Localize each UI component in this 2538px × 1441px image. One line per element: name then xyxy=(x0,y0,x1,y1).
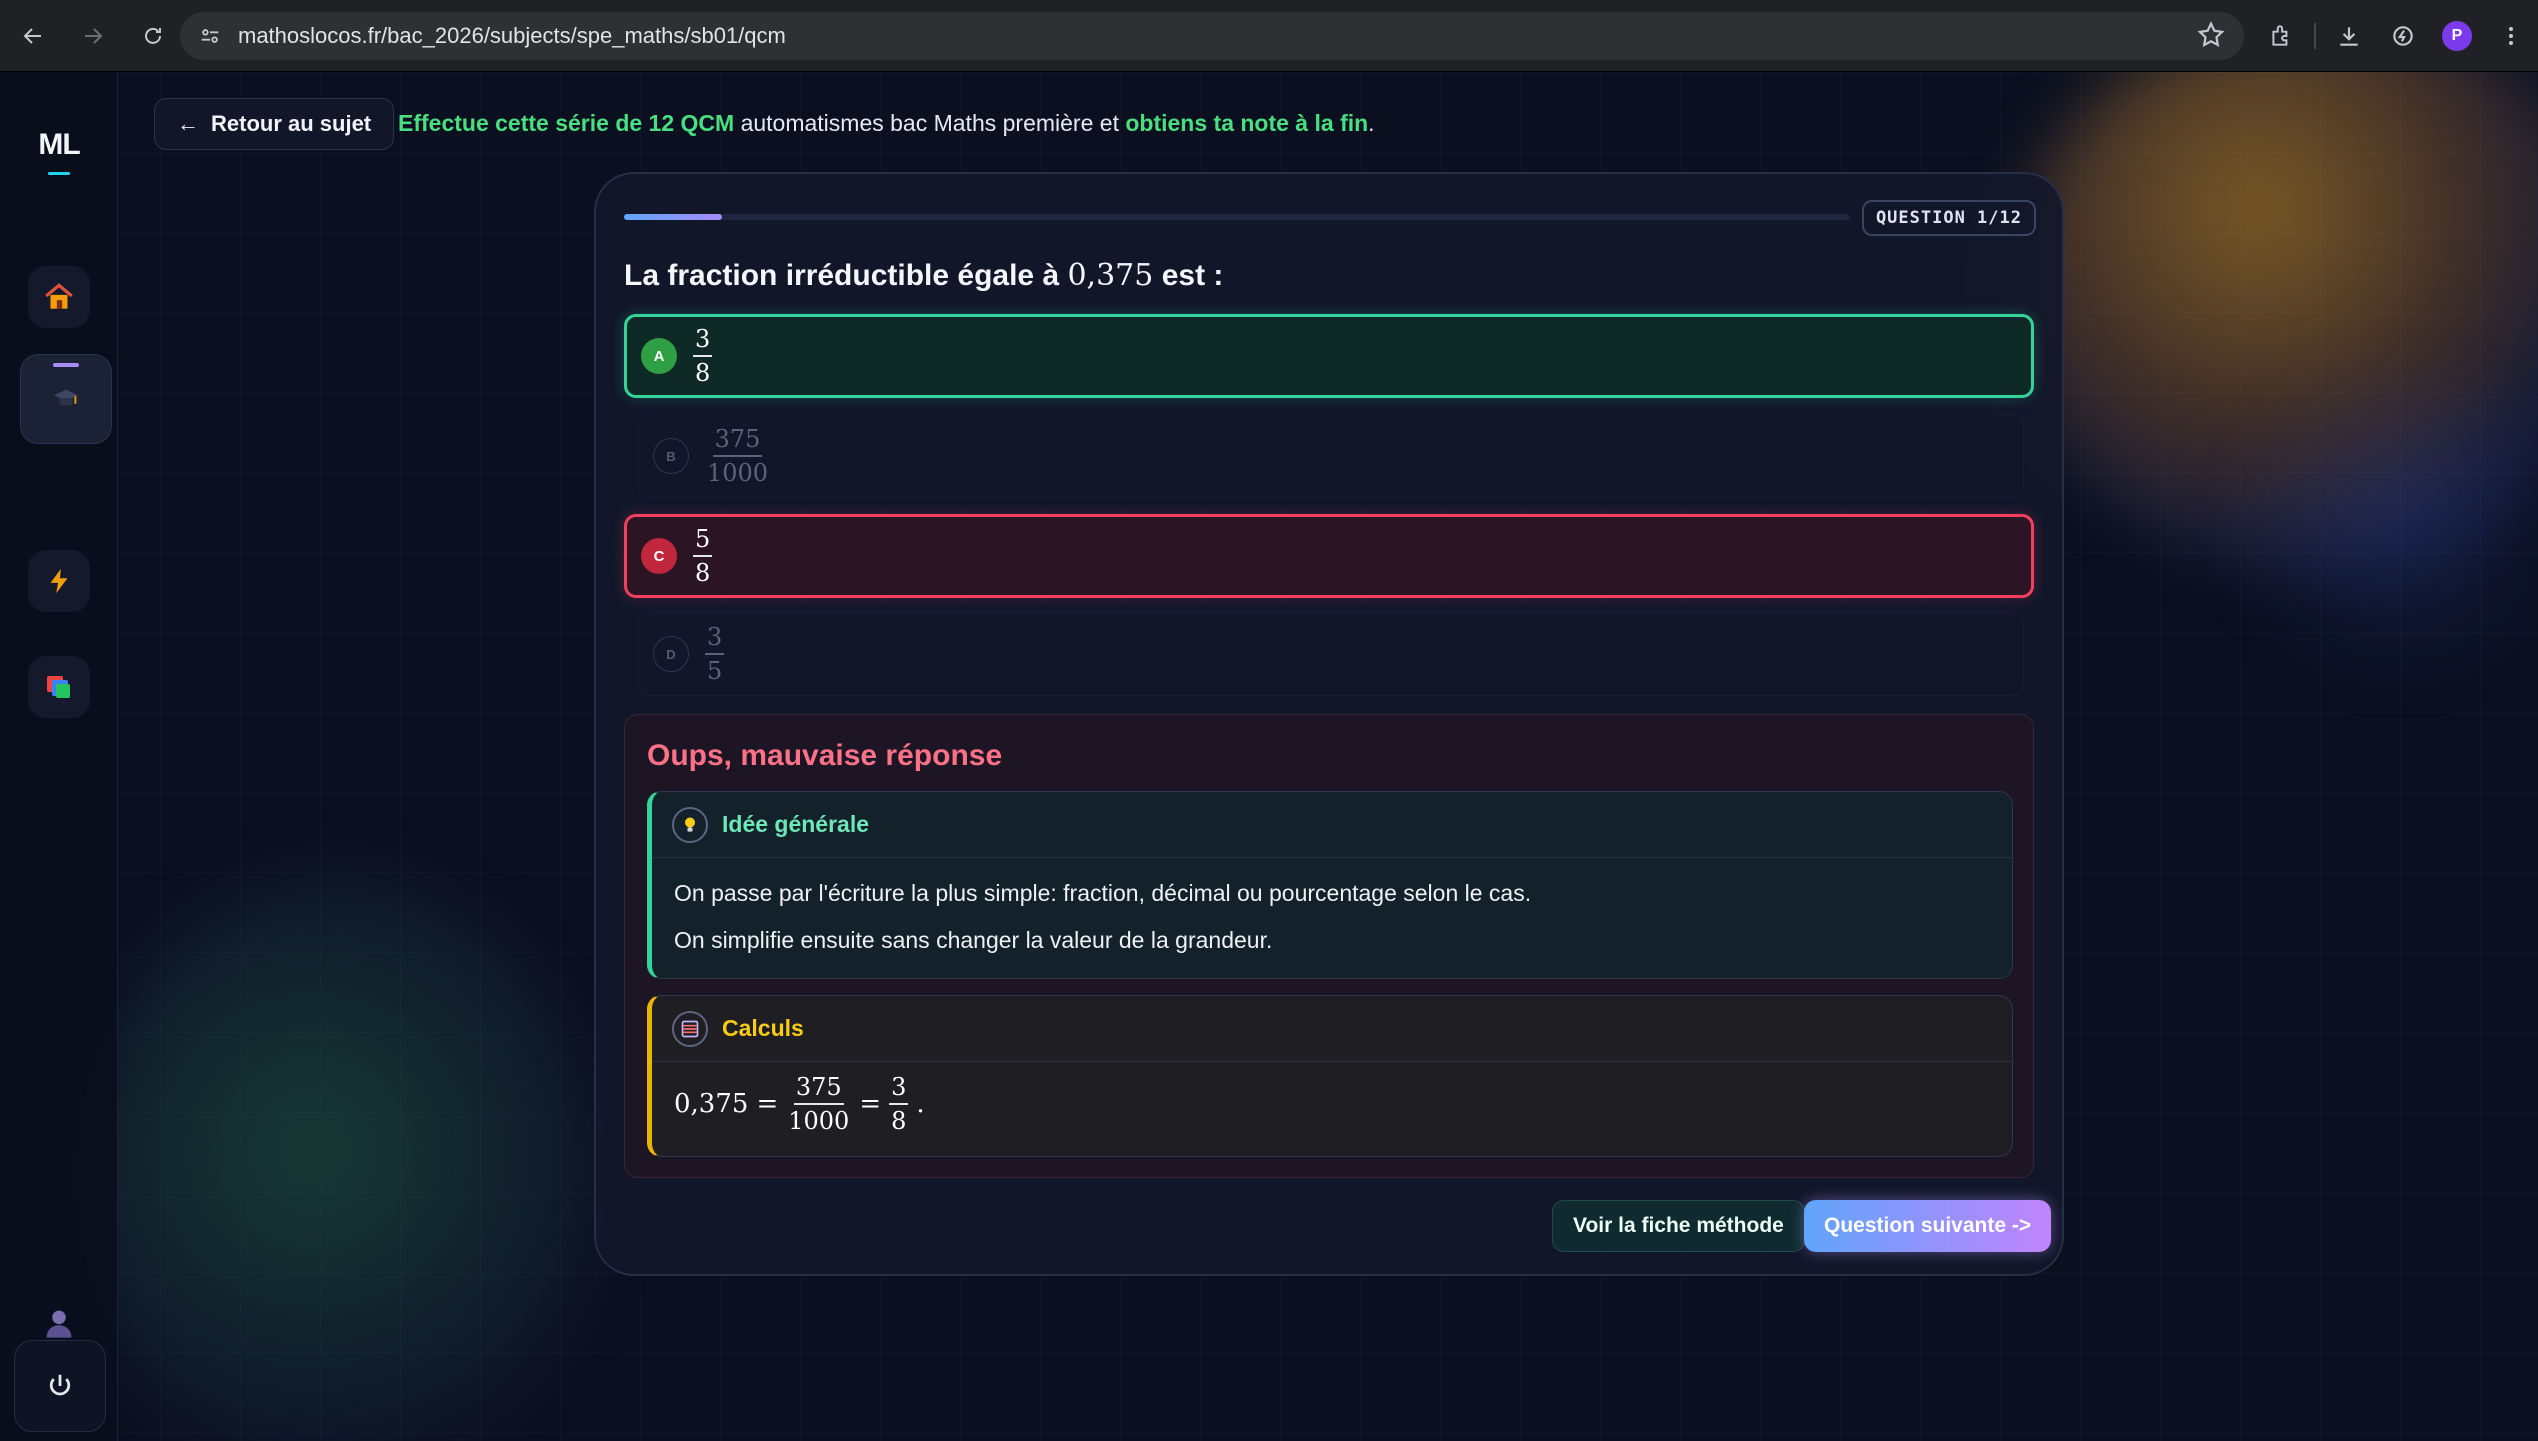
next-question-button[interactable]: Question suivante -> xyxy=(1804,1200,2052,1252)
calc-equals: = xyxy=(859,1089,882,1120)
fraction-numerator: 3 xyxy=(705,623,725,655)
logo-underline xyxy=(48,172,70,175)
reload-icon[interactable] xyxy=(126,9,180,63)
question-math: 0,375 xyxy=(1067,258,1154,293)
progress-fill xyxy=(624,214,723,220)
fraction-numerator: 5 xyxy=(693,525,713,557)
browser-toolbar: mathoslocos.fr/bac_2026/subjects/spe_mat… xyxy=(0,0,2538,72)
toolbar-separator xyxy=(2314,23,2316,49)
site-info-icon[interactable] xyxy=(186,12,234,60)
extensions-icon[interactable] xyxy=(2254,12,2308,60)
download-icon[interactable] xyxy=(2322,12,2376,60)
profile-avatar[interactable]: P xyxy=(2430,12,2484,60)
intro-highlight-1: Effectue cette série de 12 QCM xyxy=(398,110,735,136)
address-bar[interactable]: mathoslocos.fr/bac_2026/subjects/spe_mat… xyxy=(180,12,2244,60)
general-idea-header: Idée générale xyxy=(652,792,2012,858)
user-icon xyxy=(46,1310,72,1338)
progress-bar xyxy=(624,214,1850,220)
active-indicator xyxy=(53,363,79,367)
menu-kebab-icon[interactable] xyxy=(2484,12,2538,60)
idea-text-line-2: On simplifie ensuite sans changer la val… xyxy=(674,927,1273,953)
house-icon xyxy=(45,283,73,309)
fraction-numerator: 375 xyxy=(793,1074,844,1106)
back-arrow-icon[interactable] xyxy=(6,9,60,63)
app-logo[interactable]: ML xyxy=(0,128,118,162)
calc-fraction-1: 375 1000 xyxy=(786,1074,851,1135)
fraction-denominator: 8 xyxy=(695,359,711,387)
calc-lhs: 0,375 xyxy=(674,1089,749,1120)
bookmark-star-icon[interactable] xyxy=(2196,20,2226,55)
lightbulb-icon xyxy=(672,806,708,843)
fraction-denominator: 1000 xyxy=(707,459,769,487)
option-a[interactable]: A 3 8 xyxy=(624,314,2034,398)
sidebar: ML xyxy=(0,72,118,1441)
fraction-numerator: 3 xyxy=(889,1074,909,1106)
intro-end: . xyxy=(1368,110,1375,136)
option-fraction: 3 8 xyxy=(693,325,713,387)
intro-highlight-2: obtiens ta note à la fin xyxy=(1125,110,1369,136)
general-idea-label: Idée générale xyxy=(722,811,870,837)
lightning-icon xyxy=(50,568,68,594)
abacus-icon xyxy=(672,1010,708,1047)
sidebar-item-subjects[interactable] xyxy=(20,354,112,444)
sidebar-item-home[interactable] xyxy=(28,266,90,328)
quiz-card: QUESTION 1/12 La fraction irréductible é… xyxy=(594,172,2064,1276)
option-letter: A xyxy=(641,338,677,374)
sidebar-item-quick[interactable] xyxy=(28,550,90,612)
calculations-header: Calculs xyxy=(652,996,2012,1062)
url-text[interactable]: mathoslocos.fr/bac_2026/subjects/spe_mat… xyxy=(238,23,786,49)
option-d[interactable]: D 3 5 xyxy=(638,612,2024,696)
feedback-title: Oups, mauvaise réponse xyxy=(647,739,1003,772)
calc-equals: = xyxy=(756,1089,779,1120)
logout-button[interactable] xyxy=(14,1340,106,1432)
intro-middle: automatismes bac Maths première et xyxy=(734,110,1126,136)
option-fraction: 3 5 xyxy=(705,623,725,685)
fraction-numerator: 3 xyxy=(693,325,713,357)
question-prefix: La fraction irréductible égale à xyxy=(624,259,1068,292)
option-b[interactable]: B 375 1000 xyxy=(638,414,2024,498)
intro-text: Effectue cette série de 12 QCM automatis… xyxy=(398,110,1375,137)
option-c[interactable]: C 5 8 xyxy=(624,514,2034,598)
forward-arrow-icon[interactable] xyxy=(66,9,120,63)
question-text: La fraction irréductible égale à 0,375 e… xyxy=(624,258,1223,293)
option-fraction: 5 8 xyxy=(693,525,713,587)
fraction-denominator: 8 xyxy=(891,1107,907,1136)
general-idea-box: Idée générale On passe par l'écriture la… xyxy=(647,791,2013,979)
decorative-blob xyxy=(80,872,600,1441)
fraction-denominator: 8 xyxy=(695,559,711,587)
calc-fraction-2: 3 8 xyxy=(889,1074,909,1136)
fraction-numerator: 375 xyxy=(712,425,763,457)
sidebar-item-cards[interactable] xyxy=(28,656,90,718)
option-fraction: 375 1000 xyxy=(705,425,770,487)
back-to-subject-button[interactable]: ← Retour au sujet xyxy=(154,98,395,150)
option-letter: B xyxy=(653,438,689,474)
back-button-label: Retour au sujet xyxy=(211,111,372,136)
option-letter: D xyxy=(653,636,689,672)
calculation-formula: 0,375 = 375 1000 = 3 8 . xyxy=(652,1074,2012,1135)
power-icon xyxy=(49,1374,71,1396)
fraction-denominator: 1000 xyxy=(788,1107,850,1136)
option-letter: C xyxy=(641,538,677,574)
performance-icon[interactable] xyxy=(2376,12,2430,60)
cards-icon xyxy=(47,676,70,698)
calculations-label: Calculs xyxy=(722,1015,804,1041)
idea-text-line-1: On passe par l'écriture la plus simple: … xyxy=(674,880,1532,906)
graduation-cap-icon xyxy=(53,389,79,406)
calculations-box: Calculs 0,375 = 375 1000 = 3 8 . xyxy=(647,995,2013,1157)
calc-period: . xyxy=(916,1089,925,1120)
feedback-panel: Oups, mauvaise réponse Idée générale On … xyxy=(624,714,2034,1178)
view-method-sheet-button[interactable]: Voir la fiche méthode xyxy=(1552,1200,1805,1252)
question-suffix: est : xyxy=(1153,259,1224,292)
left-arrow-icon: ← xyxy=(177,111,199,136)
fraction-denominator: 5 xyxy=(707,657,723,685)
question-counter-badge: QUESTION 1/12 xyxy=(1861,200,2036,236)
